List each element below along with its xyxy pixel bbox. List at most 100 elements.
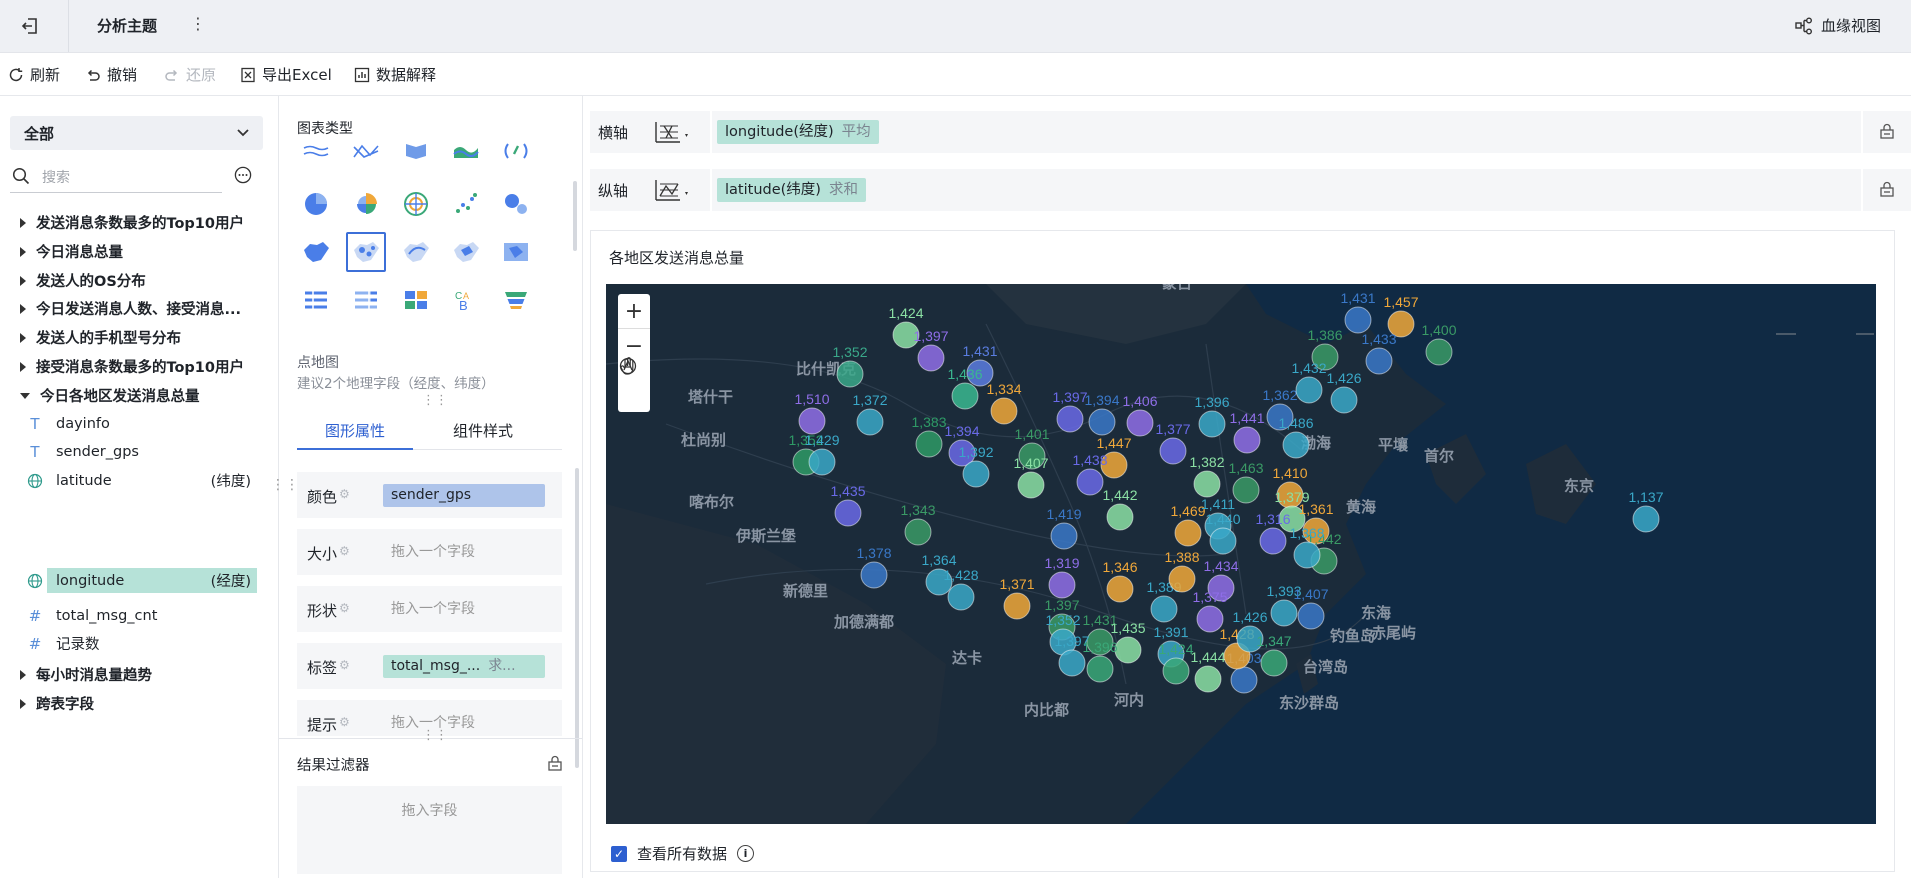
prop-size[interactable]: 大小 ⚙ 拖入一个字段 (297, 529, 562, 575)
map-point-marker[interactable] (1076, 468, 1104, 496)
map-point-marker[interactable] (1017, 471, 1045, 499)
zoom-in-button[interactable]: + (618, 294, 650, 328)
gear-icon[interactable]: ⚙ (339, 658, 350, 672)
map-point-marker[interactable] (1232, 476, 1260, 504)
chart-type-heat-map-icon[interactable] (446, 232, 486, 272)
export-excel-button[interactable]: 导出Excel (240, 64, 332, 85)
chart-type-scatter-icon[interactable] (446, 184, 486, 224)
map-point-marker[interactable] (1162, 657, 1190, 685)
map-point-marker[interactable] (947, 583, 975, 611)
chart-type-stacked-area-icon[interactable] (446, 138, 486, 164)
tree-item-hourly-trend[interactable]: 每小时消息量趋势 (20, 664, 152, 685)
map-point-marker[interactable] (1632, 505, 1660, 533)
map-point-marker[interactable] (1086, 655, 1114, 683)
map-point-marker[interactable] (1126, 409, 1154, 437)
map-point-marker[interactable] (1088, 408, 1116, 436)
chart-type-region-map-icon[interactable] (296, 232, 336, 272)
field-dayinfo[interactable]: Tdayinfo (27, 411, 257, 436)
map-point-marker[interactable] (1106, 575, 1134, 603)
y-axis-type-icon[interactable] (652, 178, 692, 202)
map-point-marker[interactable] (1425, 338, 1453, 366)
lineage-view-button[interactable]: 血缘视图 (1795, 15, 1881, 36)
point-map[interactable]: 比什凯克 塔什干 杜尚别 喀布尔 伊斯兰堡 新德里 加德满都 达卡 内比都 河内 平壤 首尔 东京 黄海东… (606, 284, 1876, 824)
shape-drop-zone[interactable]: 拖入一个字段 (383, 598, 483, 621)
map-point-marker[interactable] (1194, 665, 1222, 693)
chart-type-area-map-icon[interactable] (496, 232, 536, 272)
chart-type-kpi-icon[interactable] (396, 280, 436, 320)
chart-type-table-icon[interactable] (296, 280, 336, 320)
map-point-marker[interactable] (834, 499, 862, 527)
lock-icon[interactable] (1879, 181, 1895, 197)
drag-handle-icon[interactable]: ⋮⋮ (422, 728, 448, 743)
map-point-marker[interactable] (962, 460, 990, 488)
map-point-marker[interactable] (1293, 541, 1321, 569)
chart-type-area-icon[interactable] (396, 138, 436, 164)
map-point-marker[interactable] (1168, 565, 1196, 593)
prop-color[interactable]: 颜色 ⚙ sender_gps (297, 472, 562, 518)
y-axis-field-chip[interactable]: latitude(纬度) 求和 (717, 178, 866, 202)
chart-type-funnel-icon[interactable] (496, 280, 536, 320)
field-longitude[interactable]: longitude (经度) (47, 568, 257, 593)
tree-item-top10-senders[interactable]: 发送消息条数最多的Top10用户 (20, 212, 244, 233)
chart-type-pie-icon[interactable] (296, 184, 336, 224)
field-total-msg-cnt[interactable]: # total_msg_cnt (27, 603, 257, 628)
map-point-marker[interactable] (856, 408, 884, 436)
map-point-marker[interactable] (1106, 503, 1134, 531)
label-field-chip[interactable]: total_msg_... 求... (383, 655, 545, 678)
map-point-marker[interactable] (904, 518, 932, 546)
map-point-marker[interactable] (1297, 602, 1325, 630)
map-point-marker[interactable] (1159, 437, 1187, 465)
chart-type-flow-map-icon[interactable] (396, 232, 436, 272)
tree-item-top10-receivers[interactable]: 接受消息条数最多的Top10用户 (20, 356, 244, 377)
pan-hand-icon[interactable] (618, 357, 650, 412)
search-input[interactable] (40, 166, 214, 188)
checkbox-checked-icon[interactable]: ✓ (611, 845, 627, 862)
lock-icon[interactable] (1879, 123, 1895, 139)
tab-component-style[interactable]: 组件样式 (419, 420, 547, 441)
refresh-button[interactable]: 刷新 (8, 64, 60, 85)
map-point-marker[interactable] (1050, 522, 1078, 550)
map-point-marker[interactable] (1260, 649, 1288, 677)
map-point-marker[interactable] (1193, 470, 1221, 498)
chart-type-gauge-icon[interactable] (496, 138, 536, 164)
field-record-count[interactable]: # 记录数 (27, 631, 257, 656)
map-point-marker[interactable] (951, 382, 979, 410)
info-icon[interactable]: i (737, 845, 755, 862)
tab-graphic-properties[interactable]: 图形属性 (291, 420, 419, 441)
lock-icon[interactable] (547, 755, 563, 771)
map-point-marker[interactable] (808, 448, 836, 476)
more-menu-icon[interactable]: ⋮ (190, 14, 206, 33)
gear-icon[interactable]: ⚙ (339, 487, 350, 501)
result-filter-drop-zone[interactable]: 拖入字段 (297, 786, 562, 874)
map-point-marker[interactable] (1233, 426, 1261, 454)
map-point-marker[interactable] (1114, 636, 1142, 664)
map-point-marker[interactable] (1344, 306, 1372, 334)
map-point-marker[interactable] (798, 407, 826, 435)
map-point-marker[interactable] (1058, 649, 1086, 677)
map-point-marker[interactable] (1295, 376, 1323, 404)
map-point-marker[interactable] (1150, 595, 1178, 623)
gear-icon[interactable]: ⚙ (339, 544, 350, 558)
map-point-marker[interactable] (860, 561, 888, 589)
chart-type-rose-icon[interactable] (346, 184, 386, 224)
prop-shape[interactable]: 形状 ⚙ 拖入一个字段 (297, 586, 562, 632)
map-point-marker[interactable] (1282, 431, 1310, 459)
tree-item-today-total[interactable]: 今日消息总量 (20, 241, 123, 262)
x-axis-type-icon[interactable] (652, 120, 692, 144)
map-point-marker[interactable] (1174, 519, 1202, 547)
drag-handle-icon[interactable]: ⋮⋮ (422, 393, 448, 408)
chart-type-point-map-icon[interactable] (346, 232, 386, 272)
gear-icon[interactable]: ⚙ (339, 715, 350, 729)
undo-button[interactable]: 撤销 (85, 64, 137, 85)
chart-type-multiline-icon[interactable] (346, 138, 386, 164)
view-all-data-checkbox[interactable]: ✓ 查看所有数据 i (611, 843, 755, 864)
map-canvas[interactable]: 比什凯克塔什干杜尚别喀布尔伊斯兰堡新德里加德满都达卡内比都河内平壤首尔东京黄海东… (606, 284, 1876, 824)
map-point-marker[interactable] (1056, 405, 1084, 433)
scope-select[interactable]: 全部 (10, 116, 263, 150)
map-point-marker[interactable] (1003, 592, 1031, 620)
chart-type-line-icon[interactable] (296, 138, 336, 164)
map-point-marker[interactable] (1270, 599, 1298, 627)
redo-button[interactable]: 还原 (164, 64, 216, 85)
chart-type-scrollbar[interactable] (573, 181, 577, 251)
exit-icon[interactable] (18, 14, 42, 38)
